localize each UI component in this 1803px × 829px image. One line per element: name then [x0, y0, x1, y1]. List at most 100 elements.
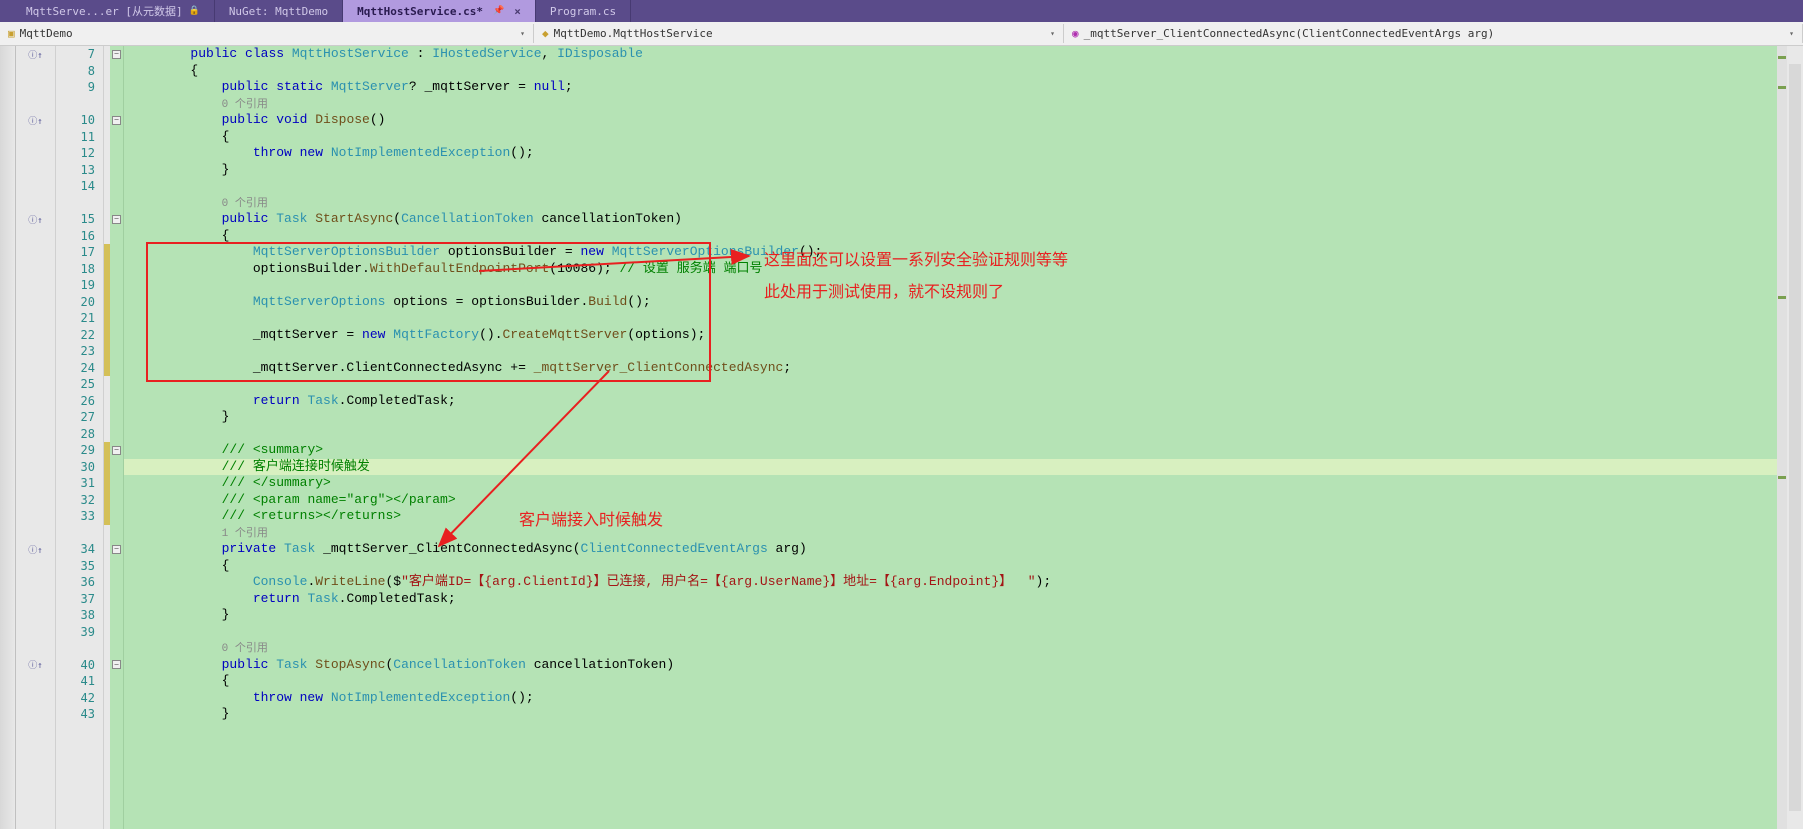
gutter-icon-cell: ⓘ↑ [16, 657, 55, 674]
code-line[interactable]: } [124, 162, 1803, 179]
tab-nuget[interactable]: NuGet: MqttDemo [215, 0, 343, 22]
tab-program[interactable]: Program.cs [536, 0, 631, 22]
gutter-icon-cell [16, 690, 55, 707]
code-line[interactable]: /// 客户端连接时候触发 [124, 459, 1803, 476]
method-icon: ◉ [1072, 27, 1079, 40]
gutter-icon-cell [16, 96, 55, 113]
fold-toggle [110, 640, 123, 657]
gutter-icon-cell [16, 442, 55, 459]
line-number [56, 195, 95, 212]
tab-label: MqttServe...er [从元数据] [26, 3, 183, 19]
code-line[interactable]: /// </summary> [124, 475, 1803, 492]
code-line[interactable]: { [124, 63, 1803, 80]
code-text-area[interactable]: 这里面还可以设置一系列安全验证规则等等 此处用于测试使用，就不设规则了 客户端接… [124, 46, 1803, 829]
code-line[interactable]: return Task.CompletedTask; [124, 393, 1803, 410]
gutter-icon-cell [16, 277, 55, 294]
gutter-icon-cell [16, 558, 55, 575]
gutter-icon-cell [16, 79, 55, 96]
line-number: 8 [56, 63, 95, 80]
code-line[interactable] [124, 426, 1803, 443]
fold-toggle[interactable]: − [110, 657, 123, 674]
tab-mqtthostservice[interactable]: MqttHostService.cs* 📌 × [343, 0, 536, 22]
code-line[interactable]: } [124, 607, 1803, 624]
line-number: 43 [56, 706, 95, 723]
code-line[interactable]: /// <param name="arg"></param> [124, 492, 1803, 509]
code-line[interactable]: public Task StopAsync(CancellationToken … [124, 657, 1803, 674]
fold-toggle [110, 393, 123, 410]
breadcrumb-member[interactable]: ◉ _mqttServer_ClientConnectedAsync(Clien… [1064, 24, 1803, 43]
pin-icon[interactable]: 📌 [493, 6, 504, 16]
fold-toggle [110, 343, 123, 360]
line-number: 32 [56, 492, 95, 509]
gutter-icon-cell [16, 244, 55, 261]
line-number: 18 [56, 261, 95, 278]
overview-ruler[interactable] [1777, 46, 1787, 829]
code-line[interactable]: throw new NotImplementedException(); [124, 690, 1803, 707]
code-line[interactable] [124, 310, 1803, 327]
code-line[interactable]: return Task.CompletedTask; [124, 591, 1803, 608]
fold-toggle [110, 63, 123, 80]
gutter-icon-cell: ⓘ↑ [16, 211, 55, 228]
breadcrumb-class[interactable]: ◆ MqttDemo.MqttHostService ▾ [534, 24, 1064, 43]
fold-toggle [110, 673, 123, 690]
fold-toggle [110, 475, 123, 492]
fold-toggle[interactable]: − [110, 541, 123, 558]
code-line[interactable]: { [124, 228, 1803, 245]
code-line[interactable]: /// <summary> [124, 442, 1803, 459]
code-line[interactable] [124, 343, 1803, 360]
code-line[interactable]: /// <returns></returns> [124, 508, 1803, 525]
code-folding-column: − − − − − − [110, 46, 124, 829]
fold-toggle [110, 162, 123, 179]
code-line[interactable]: 0 个引用 [124, 96, 1803, 113]
code-line[interactable]: { [124, 558, 1803, 575]
code-line[interactable] [124, 376, 1803, 393]
vertical-scrollbar[interactable] [1787, 46, 1803, 829]
code-line[interactable]: _mqttServer.ClientConnectedAsync += _mqt… [124, 360, 1803, 377]
class-icon: ◆ [542, 27, 549, 40]
code-line[interactable] [124, 624, 1803, 641]
line-number-column: 7891011121314151617181920212223242526272… [56, 46, 104, 829]
line-number: 9 [56, 79, 95, 96]
left-rail [0, 46, 16, 829]
fold-toggle [110, 426, 123, 443]
code-line[interactable]: private Task _mqttServer_ClientConnected… [124, 541, 1803, 558]
gutter-icon-cell [16, 294, 55, 311]
fold-toggle[interactable]: − [110, 46, 123, 63]
code-line[interactable]: public Task StartAsync(CancellationToken… [124, 211, 1803, 228]
code-line[interactable]: public static MqttServer? _mqttServer = … [124, 79, 1803, 96]
line-number: 28 [56, 426, 95, 443]
code-line[interactable]: { [124, 673, 1803, 690]
fold-toggle [110, 459, 123, 476]
close-icon[interactable]: × [514, 5, 521, 18]
code-line[interactable]: } [124, 409, 1803, 426]
line-number: 10 [56, 112, 95, 129]
fold-toggle [110, 607, 123, 624]
fold-toggle[interactable]: − [110, 112, 123, 129]
breadcrumb-namespace[interactable]: ▣ MqttDemo ▾ [0, 24, 534, 43]
breadcrumb-class-text: MqttDemo.MqttHostService [554, 27, 713, 40]
code-line[interactable]: public void Dispose() [124, 112, 1803, 129]
chevron-down-icon[interactable]: ▾ [1050, 29, 1055, 38]
code-line[interactable]: } [124, 706, 1803, 723]
chevron-down-icon[interactable]: ▾ [1789, 29, 1794, 38]
fold-toggle[interactable]: − [110, 442, 123, 459]
code-line[interactable]: _mqttServer = new MqttFactory().CreateMq… [124, 327, 1803, 344]
fold-toggle[interactable]: − [110, 211, 123, 228]
gutter-icon-cell [16, 574, 55, 591]
fold-toggle [110, 525, 123, 542]
code-line[interactable]: throw new NotImplementedException(); [124, 145, 1803, 162]
code-line[interactable]: Console.WriteLine($"客户端ID=【{arg.ClientId… [124, 574, 1803, 591]
code-line[interactable] [124, 178, 1803, 195]
code-line[interactable]: public class MqttHostService : IHostedSe… [124, 46, 1803, 63]
code-line[interactable]: 1 个引用 [124, 525, 1803, 542]
line-number: 34 [56, 541, 95, 558]
gutter-icon-cell [16, 178, 55, 195]
tab-mqttserver-metadata[interactable]: MqttServe...er [从元数据] 🔒 [12, 0, 215, 22]
code-line[interactable]: 0 个引用 [124, 195, 1803, 212]
line-number [56, 525, 95, 542]
chevron-down-icon[interactable]: ▾ [520, 29, 525, 38]
document-tabs: MqttServe...er [从元数据] 🔒 NuGet: MqttDemo … [0, 0, 1803, 22]
code-line[interactable]: 0 个引用 [124, 640, 1803, 657]
gutter-icon-cell [16, 162, 55, 179]
code-line[interactable]: { [124, 129, 1803, 146]
